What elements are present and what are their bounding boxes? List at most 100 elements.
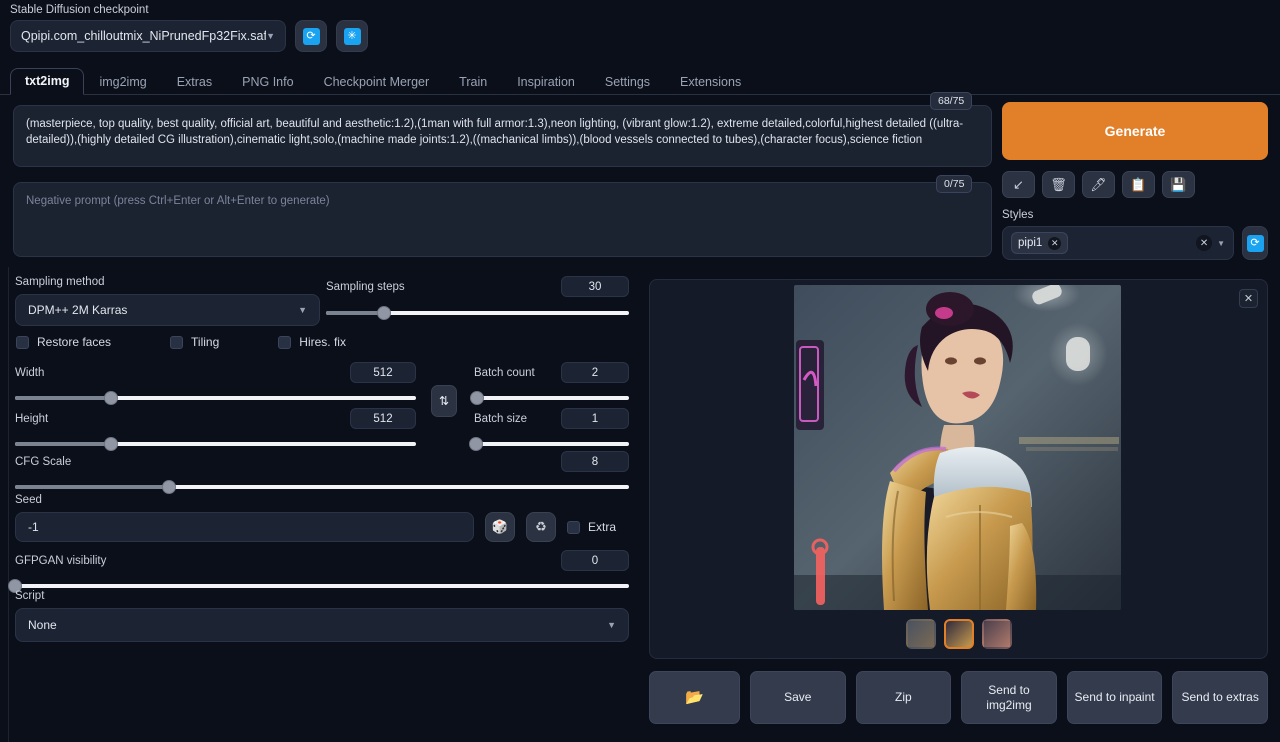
tab-png-info[interactable]: PNG Info: [227, 69, 308, 95]
send-to-extras-button[interactable]: Send to extras: [1172, 671, 1268, 724]
save-style-icon[interactable]: 💾: [1162, 171, 1195, 198]
tab-img2img[interactable]: img2img: [84, 69, 161, 95]
open-folder-button[interactable]: 📂: [649, 671, 740, 724]
thumbnail-2[interactable]: [943, 619, 974, 649]
chevron-down-icon[interactable]: ▼: [1217, 239, 1225, 248]
width-group: Width 512: [15, 362, 416, 405]
tab-extras[interactable]: Extras: [162, 69, 227, 95]
slider-track: [15, 584, 629, 588]
extra-checkbox[interactable]: [567, 520, 580, 534]
slider-thumb[interactable]: [376, 306, 391, 320]
batch-size-value[interactable]: 1: [561, 408, 629, 429]
width-slider[interactable]: [15, 391, 416, 405]
sampling-steps-slider[interactable]: [326, 306, 629, 320]
swap-dimensions-button[interactable]: ⇅: [431, 385, 457, 417]
thumbnail-1[interactable]: [905, 619, 936, 649]
clipboard-icon[interactable]: 📋: [1122, 171, 1155, 198]
gfpgan-group: GFPGAN visibility 0: [8, 550, 629, 593]
cfg-scale-slider[interactable]: [15, 480, 629, 494]
chevron-down-icon: ▼: [298, 305, 307, 315]
width-value[interactable]: 512: [350, 362, 416, 383]
close-icon[interactable]: ✕: [1048, 236, 1062, 250]
apply-settings-button[interactable]: ✳: [336, 20, 368, 52]
batch-size-slider[interactable]: [468, 437, 629, 451]
extra-label: Extra: [588, 520, 617, 534]
thumbnail-strip: [650, 619, 1267, 649]
styles-label: Styles: [1002, 209, 1034, 221]
checkbox-hires-fix[interactable]: Hires. fix: [278, 335, 346, 349]
checkbox-box[interactable]: [170, 335, 184, 349]
batch-count-value[interactable]: 2: [561, 362, 629, 383]
sampling-method-value: DPM++ 2M Karras: [28, 303, 128, 317]
negative-prompt-input[interactable]: Negative prompt (press Ctrl+Enter or Alt…: [13, 182, 992, 257]
width-label: Width: [15, 366, 45, 379]
styles-dropdown[interactable]: pipi1 ✕ ✕ ▼: [1002, 226, 1234, 260]
seed-input[interactable]: -1: [15, 512, 474, 542]
extra-seed-checkbox-row[interactable]: Extra: [567, 520, 616, 534]
stable-diffusion-webui: Stable Diffusion checkpoint Qpipi.com_ch…: [0, 0, 1280, 742]
cfg-scale-group: CFG Scale 8: [15, 451, 629, 494]
checkpoint-label: Stable Diffusion checkpoint: [10, 4, 149, 16]
batch-count-slider[interactable]: [470, 391, 629, 405]
save-button[interactable]: Save: [750, 671, 846, 724]
tab-inspiration[interactable]: Inspiration: [502, 69, 590, 95]
chevron-down-icon: ▼: [266, 31, 275, 41]
close-icon[interactable]: ✕: [1239, 289, 1258, 308]
prompt-token-counter: 68/75: [930, 92, 973, 110]
height-value[interactable]: 512: [350, 408, 416, 429]
gfpgan-label: GFPGAN visibility: [15, 554, 107, 567]
sampling-method-group: Sampling method DPM++ 2M Karras ▼: [15, 276, 320, 326]
script-dropdown[interactable]: None ▼: [15, 608, 629, 642]
random-seed-button[interactable]: 🎲: [485, 512, 515, 542]
reuse-seed-button[interactable]: ♻: [526, 512, 556, 542]
checkpoint-section: Stable Diffusion checkpoint Qpipi.com_ch…: [10, 4, 390, 52]
clear-styles-icon[interactable]: ✕: [1196, 235, 1213, 251]
checkbox-box[interactable]: [16, 335, 29, 349]
height-slider[interactable]: [15, 437, 416, 451]
checkpoint-dropdown[interactable]: Qpipi.com_chilloutmix_NiPrunedFp32Fix.sa…: [10, 20, 286, 52]
checkbox-box[interactable]: [278, 335, 292, 349]
slider-thumb[interactable]: [104, 437, 119, 451]
tab-txt2img[interactable]: txt2img: [10, 68, 85, 95]
tab-train[interactable]: Train: [444, 69, 502, 95]
batch-size-label: Batch size: [474, 412, 528, 425]
prompt-tools: ↙ 🗑 🖊 📋 💾: [1002, 171, 1268, 198]
zip-button[interactable]: Zip: [855, 671, 952, 724]
gfpgan-value[interactable]: 0: [561, 550, 629, 571]
arrow-down-left-icon[interactable]: ↙: [1002, 171, 1035, 198]
refresh-checkpoints-button[interactable]: ⟳: [295, 20, 327, 52]
batch-size-group: Batch size 1: [468, 408, 629, 451]
seed-label: Seed: [15, 494, 42, 506]
slider-thumb[interactable]: [468, 437, 483, 451]
sparkle-icon: ✳: [343, 27, 361, 45]
send-to-inpaint-button[interactable]: Send to inpaint: [1066, 671, 1163, 724]
slider-thumb[interactable]: [161, 480, 176, 494]
generate-button[interactable]: Generate: [1002, 102, 1268, 160]
thumbnail-3[interactable]: [981, 619, 1012, 649]
paint-icon[interactable]: 🖊: [1082, 171, 1115, 198]
result-gallery-panel: ✕: [649, 279, 1268, 659]
slider-track: [474, 396, 629, 400]
generated-image[interactable]: [794, 285, 1121, 610]
checkbox-restore-faces[interactable]: Restore faces: [16, 335, 111, 349]
checkpoint-value: Qpipi.com_chilloutmix_NiPrunedFp32Fix.sa…: [21, 29, 267, 43]
refresh-styles-button[interactable]: ⟳: [1242, 226, 1268, 260]
generate-panel: Generate ↙ 🗑 🖊 📋 💾 Styles pipi1 ✕ ✕ ▼ ⟳: [1002, 102, 1268, 260]
trash-icon[interactable]: 🗑: [1042, 171, 1075, 198]
checkbox-label: Restore faces: [37, 335, 112, 349]
cfg-scale-value[interactable]: 8: [561, 451, 629, 472]
tab-extensions[interactable]: Extensions: [665, 69, 756, 95]
sampling-method-dropdown[interactable]: DPM++ 2M Karras ▼: [15, 294, 320, 326]
send-to-img2img-button[interactable]: Send to img2img: [961, 671, 1057, 724]
sampling-steps-value[interactable]: 30: [561, 276, 629, 297]
seed-group: Seed -1 🎲 ♻ Extra: [15, 494, 629, 542]
main-tabs: txt2img img2img Extras PNG Info Checkpoint M…: [0, 66, 1280, 95]
tab-checkpoint-merger[interactable]: Checkpoint Merger: [309, 69, 445, 95]
slider-thumb[interactable]: [104, 391, 119, 405]
checkbox-tiling[interactable]: Tiling: [170, 335, 219, 349]
cfg-scale-label: CFG Scale: [15, 455, 72, 468]
tab-settings[interactable]: Settings: [590, 69, 665, 95]
style-chip-pipi1[interactable]: pipi1 ✕: [1011, 232, 1069, 254]
slider-thumb[interactable]: [470, 391, 485, 405]
prompt-input[interactable]: (masterpiece, top quality, best quality,…: [13, 105, 992, 167]
